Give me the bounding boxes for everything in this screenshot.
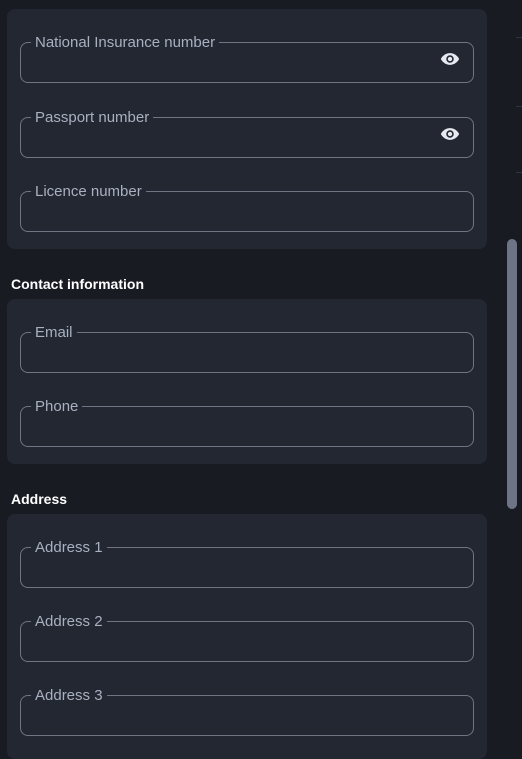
background-divider — [516, 172, 522, 173]
address-2-label: Address 2 — [35, 613, 103, 630]
address-3-label: Address 3 — [35, 687, 103, 704]
background-divider — [516, 106, 522, 107]
phone-field[interactable]: Phone — [20, 399, 474, 447]
licence-label: Licence number — [35, 183, 142, 200]
address-3-input[interactable] — [34, 702, 428, 728]
eye-icon[interactable] — [440, 126, 460, 142]
address-2-field[interactable]: Address 2 — [20, 614, 474, 662]
phone-label: Phone — [35, 398, 79, 415]
contact-section-title: Contact information — [11, 276, 144, 292]
email-label: Email — [35, 324, 73, 341]
email-field[interactable]: Email — [20, 325, 474, 373]
address-section-title: Address — [11, 491, 68, 507]
email-input[interactable] — [34, 339, 428, 365]
eye-icon[interactable] — [440, 51, 460, 67]
address-1-field[interactable]: Address 1 — [20, 540, 474, 588]
address-3-field[interactable]: Address 3 — [20, 688, 474, 736]
address-card: Address 1 Address 2 Address 3 — [7, 514, 487, 759]
passport-field[interactable]: Passport number — [20, 110, 474, 158]
scrollbar-thumb[interactable] — [507, 239, 517, 509]
address-1-label: Address 1 — [35, 539, 103, 556]
identity-card: National Insurance number Passport numbe… — [7, 9, 487, 249]
phone-input[interactable] — [34, 413, 428, 439]
licence-input[interactable] — [34, 198, 428, 224]
address-1-input[interactable] — [34, 554, 428, 580]
passport-input[interactable] — [34, 124, 428, 150]
address-2-input[interactable] — [34, 628, 428, 654]
passport-label: Passport number — [35, 109, 150, 126]
background-divider — [516, 37, 522, 38]
national-insurance-label: National Insurance number — [35, 34, 216, 51]
national-insurance-field[interactable]: National Insurance number — [20, 35, 474, 83]
contact-card: Email Phone — [7, 299, 487, 464]
national-insurance-input[interactable] — [34, 49, 428, 75]
licence-field[interactable]: Licence number — [20, 184, 474, 232]
